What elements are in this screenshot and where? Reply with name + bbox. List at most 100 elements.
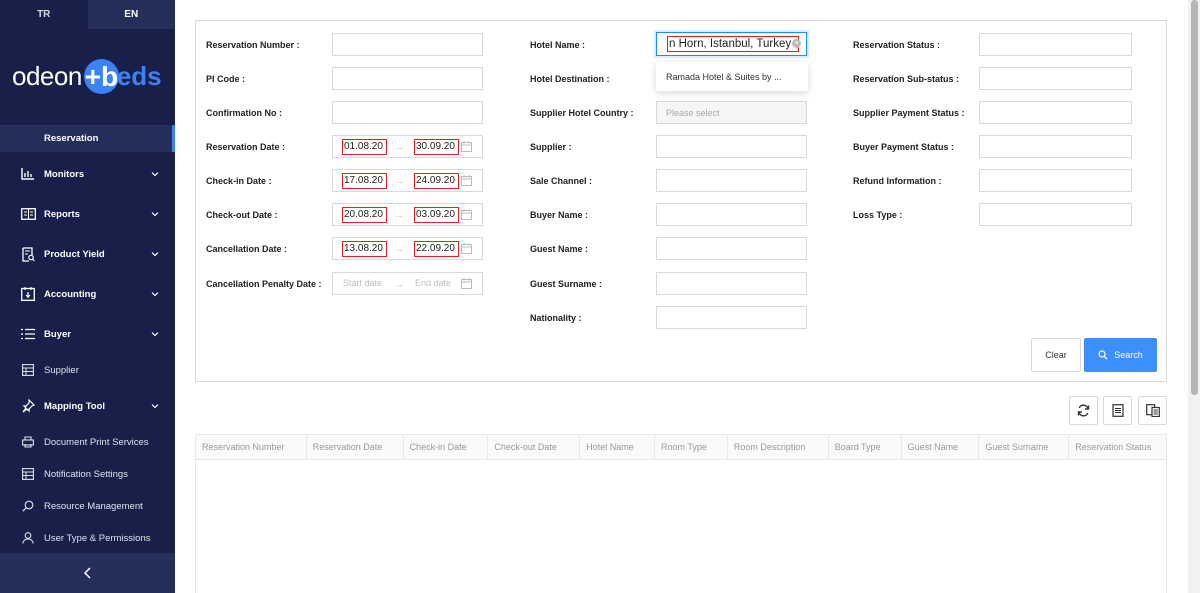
column-header[interactable]: Check-in Date	[404, 435, 489, 459]
language-switch: TR EN	[0, 0, 175, 29]
arrow-right-icon: →	[395, 142, 404, 152]
sidebar-item-reservation[interactable]: Reservation	[0, 125, 175, 152]
sidebar-item-user-type-permissions[interactable]: User Type & Permissions	[0, 522, 175, 554]
supplier-payment-status-select[interactable]	[979, 101, 1132, 124]
search-icon	[20, 498, 36, 514]
guest-name-label: Guest Name :	[530, 244, 589, 254]
refund-information-select[interactable]	[979, 169, 1132, 192]
reservation-date-range[interactable]: 01.08.20 → 30.09.20	[332, 135, 483, 158]
sidebar-item-label: Reports	[44, 208, 80, 220]
chevron-down-icon	[151, 172, 159, 177]
refund-information-label: Refund Information :	[853, 176, 942, 186]
table-icon	[20, 466, 36, 482]
lang-tr-button[interactable]: TR	[0, 0, 88, 29]
export-file-icon	[1111, 404, 1124, 417]
end-date-placeholder[interactable]: End date	[415, 278, 451, 288]
clear-button[interactable]: Clear	[1031, 338, 1081, 372]
lang-en-button[interactable]: EN	[87, 0, 175, 29]
sidebar-item-monitors[interactable]: Monitors	[0, 154, 175, 194]
guest-name-input[interactable]	[656, 237, 807, 260]
clear-icon[interactable]: ×	[792, 39, 801, 48]
accounting-icon	[20, 286, 36, 302]
sidebar-item-label: Accounting	[44, 288, 97, 300]
cancellation-date-end[interactable]: 22.09.20	[414, 241, 459, 257]
hotel-name-input[interactable]: n Horn, Istanbul, Turkey ×	[656, 32, 807, 56]
sidebar-item-product-yield[interactable]: Product Yield	[0, 234, 175, 274]
sidebar-item-resource-management[interactable]: Resource Management	[0, 490, 175, 522]
reservation-number-input[interactable]	[332, 33, 483, 56]
supplier-payment-status-label: Supplier Payment Status :	[853, 108, 965, 118]
checkout-date-range[interactable]: 20.08.20 → 03.09.20	[332, 203, 483, 226]
buyer-payment-status-select[interactable]	[979, 135, 1132, 158]
refresh-button[interactable]	[1069, 396, 1098, 425]
reservation-status-select[interactable]	[979, 33, 1132, 56]
search-button[interactable]: Search	[1084, 338, 1157, 372]
buyer-payment-status-label: Buyer Payment Status :	[853, 142, 955, 152]
column-header[interactable]: Reservation Number	[196, 435, 307, 459]
start-date-placeholder[interactable]: Start date	[343, 278, 382, 288]
table-header: Reservation Number Reservation Date Chec…	[196, 435, 1166, 460]
cancellation-date-range[interactable]: 13.08.20 → 22.09.20	[332, 237, 483, 260]
sidebar-item-label: Notification Settings	[44, 468, 128, 480]
buyer-name-label: Buyer Name :	[530, 210, 589, 220]
hotel-destination-label: Hotel Destination :	[530, 74, 610, 84]
checkout-date-end[interactable]: 03.09.20	[414, 207, 459, 223]
column-header[interactable]: Board Type	[829, 435, 902, 459]
chevron-down-icon	[151, 212, 159, 217]
scrollbar-thumb[interactable]	[1191, 0, 1198, 395]
reservation-icon	[20, 131, 36, 147]
checkin-date-range[interactable]: 17.08.20 → 24.09.20	[332, 169, 483, 192]
column-header[interactable]: Reservation Status	[1069, 435, 1166, 459]
column-settings-button[interactable]	[1138, 396, 1167, 425]
sidebar-item-buyer[interactable]: Buyer	[0, 314, 175, 354]
sidebar-item-mapping-tool[interactable]: Mapping Tool	[0, 386, 175, 426]
chevron-down-icon	[151, 292, 159, 297]
column-header[interactable]: Guest Name	[902, 435, 980, 459]
chevron-left-icon	[83, 567, 91, 579]
reservation-sub-status-label: Reservation Sub-status :	[853, 74, 960, 84]
confirmation-no-input[interactable]	[332, 101, 483, 124]
collapse-sidebar-button[interactable]	[0, 553, 175, 593]
column-header[interactable]: Check-out Date	[488, 435, 581, 459]
reservation-sub-status-select[interactable]	[979, 67, 1132, 90]
reservation-date-end[interactable]: 30.09.20	[414, 139, 459, 155]
chevron-down-icon	[151, 332, 159, 337]
sidebar-item-label: User Type & Permissions	[44, 532, 151, 544]
checkout-date-start[interactable]: 20.08.20	[342, 207, 387, 223]
checkin-date-end[interactable]: 24.09.20	[414, 173, 459, 189]
sale-channel-input[interactable]	[656, 169, 807, 192]
sidebar-menu: Reservation Monitors Reports Product Yie…	[0, 125, 175, 554]
reservation-number-label: Reservation Number :	[206, 40, 300, 50]
sidebar-item-document-print-services[interactable]: Document Print Services	[0, 426, 175, 458]
guest-surname-input[interactable]	[656, 272, 807, 295]
sidebar-item-label: Product Yield	[44, 248, 105, 260]
column-header[interactable]: Room Type	[655, 435, 728, 459]
page-scrollbar[interactable]	[1188, 0, 1200, 593]
cancellation-date-start[interactable]: 13.08.20	[342, 241, 387, 257]
sidebar-item-label: Resource Management	[44, 500, 143, 512]
cancellation-penalty-date-range[interactable]: Start date → End date	[332, 272, 483, 295]
app: TR EN odeon + b eds Reservation Monitors …	[0, 0, 1200, 593]
column-header[interactable]: Room Description	[728, 435, 829, 459]
column-header[interactable]: Reservation Date	[307, 435, 404, 459]
sidebar-item-notification-settings[interactable]: Notification Settings	[0, 458, 175, 490]
sidebar-item-accounting[interactable]: Accounting	[0, 274, 175, 314]
nationality-input[interactable]	[656, 306, 807, 329]
supplier-input[interactable]	[656, 135, 807, 158]
export-button[interactable]	[1103, 396, 1132, 425]
search-icon	[1098, 350, 1108, 360]
checkin-date-start[interactable]: 17.08.20	[342, 173, 387, 189]
buyer-name-input[interactable]	[656, 203, 807, 226]
pi-code-input[interactable]	[332, 67, 483, 90]
sidebar-item-supplier[interactable]: Supplier	[0, 354, 175, 386]
sidebar-item-label: Buyer	[44, 328, 71, 340]
reservation-date-start[interactable]: 01.08.20	[342, 139, 387, 155]
column-header[interactable]: Guest Surname	[979, 435, 1070, 459]
supplier-hotel-country-select[interactable]: Please select	[656, 101, 807, 124]
loss-type-select[interactable]	[979, 203, 1132, 226]
hotel-name-value[interactable]: n Horn, Istanbul, Turkey	[667, 36, 799, 52]
dropdown-option[interactable]: Ramada Hotel & Suites by ...	[666, 72, 782, 82]
sidebar: TR EN odeon + b eds Reservation Monitors …	[0, 0, 175, 593]
column-header[interactable]: Hotel Name	[580, 435, 656, 459]
sidebar-item-reports[interactable]: Reports	[0, 194, 175, 234]
